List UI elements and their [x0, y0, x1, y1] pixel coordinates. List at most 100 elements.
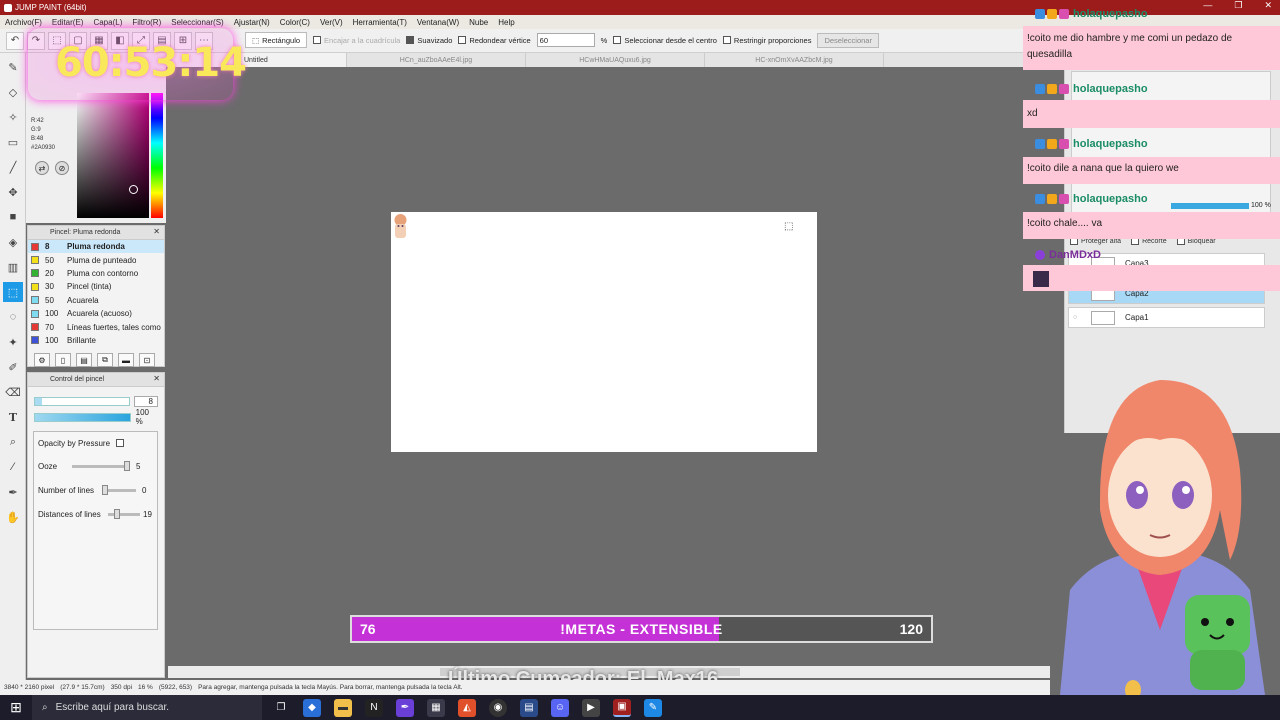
- rect-tool-icon[interactable]: ▭: [3, 132, 23, 152]
- app-grid-icon[interactable]: ▤: [520, 698, 538, 717]
- close-icon[interactable]: ✕: [153, 227, 160, 236]
- round-vertex-checkbox[interactable]: Redondear vértice: [458, 36, 531, 45]
- layer-item[interactable]: ○ Capa1: [1068, 307, 1265, 328]
- goal-bar: 76 !METAS - EXTENSIBLE 120: [350, 615, 933, 643]
- menu-ajustar[interactable]: Ajustar(N): [234, 18, 270, 27]
- tab-image-3[interactable]: HC-xnOmXvAAZbcM.jpg: [705, 53, 884, 67]
- brush-opacity-slider[interactable]: [34, 412, 131, 422]
- layer-opacity-slider[interactable]: [1171, 203, 1249, 209]
- chat-message: !coito dile a nana que la quiero we: [1023, 157, 1280, 184]
- brush-tool-icon[interactable]: ⁄: [3, 457, 23, 477]
- badge-icon: [1035, 139, 1045, 149]
- swap-colors-icon[interactable]: ⇄: [35, 161, 49, 175]
- bucket-tool-icon[interactable]: ◈: [3, 232, 23, 252]
- obs-icon[interactable]: ◉: [489, 698, 507, 717]
- brush-size: 70: [45, 322, 54, 332]
- pen-alt-tool-icon[interactable]: ✒: [3, 482, 23, 502]
- menu-filtro[interactable]: Filtro(R): [132, 18, 161, 27]
- restrict-checkbox[interactable]: Restringir proporciones: [722, 36, 811, 45]
- close-button[interactable]: ✕: [1264, 0, 1272, 11]
- drawing-canvas[interactable]: [391, 212, 817, 452]
- distance-slider[interactable]: [108, 509, 140, 519]
- close-icon[interactable]: ✕: [153, 374, 160, 383]
- pen-app-icon[interactable]: ✒: [396, 698, 414, 717]
- smooth-checkbox[interactable]: Suavizado: [406, 36, 452, 45]
- tab-image-2[interactable]: HCwHMaUAQuxu6.jpg: [526, 53, 705, 67]
- eraser-tool-icon[interactable]: ◇: [3, 82, 23, 102]
- menu-nube[interactable]: Nube: [469, 18, 488, 27]
- saturation-value-picker[interactable]: [77, 93, 149, 218]
- wand-tool-icon[interactable]: ✦: [3, 332, 23, 352]
- folder-icon[interactable]: ▬: [118, 353, 134, 368]
- new-brush-icon[interactable]: ▯: [55, 353, 71, 368]
- select-pen-tool-icon[interactable]: ✐: [3, 357, 23, 377]
- line-tool-icon[interactable]: ╱: [3, 157, 23, 177]
- transparent-color-icon[interactable]: ⊘: [55, 161, 69, 175]
- delete-brush-icon[interactable]: ⊡: [139, 353, 155, 368]
- taskbar-search[interactable]: ⌕ Escribe aquí para buscar.: [32, 695, 262, 720]
- add-brush-icon[interactable]: ▤: [76, 353, 92, 368]
- ooze-slider[interactable]: [72, 461, 130, 471]
- fill-rect-tool-icon[interactable]: ■: [3, 207, 23, 227]
- brush-item[interactable]: 50 Acuarela: [28, 294, 164, 307]
- brush-item[interactable]: 20 Pluma con contorno: [28, 267, 164, 280]
- windows-start-icon[interactable]: ⊞: [0, 695, 32, 720]
- select-eraser-tool-icon[interactable]: ⌫: [3, 382, 23, 402]
- status-size: 3840 * 2160 pixel: [4, 684, 55, 691]
- brush-name: Pluma redonda: [67, 242, 125, 252]
- maximize-button[interactable]: ❐: [1234, 0, 1242, 11]
- move-tool-icon[interactable]: ✥: [3, 182, 23, 202]
- hand-tool-icon[interactable]: ✋: [3, 507, 23, 527]
- brush-settings-icon[interactable]: ⚙: [34, 353, 50, 368]
- menu-archivo[interactable]: Archivo(F): [5, 18, 42, 27]
- lines-slider[interactable]: [102, 485, 136, 495]
- badge-icon: [1047, 9, 1057, 19]
- brush-item[interactable]: 100 Acuarela (acuoso): [28, 307, 164, 320]
- copy-brush-icon[interactable]: ⧉: [97, 353, 113, 368]
- menu-color[interactable]: Color(C): [280, 18, 310, 27]
- brush-item[interactable]: 100 Brillante: [28, 334, 164, 347]
- from-center-checkbox[interactable]: Seleccionar desde el centro: [613, 36, 717, 45]
- round-value-input[interactable]: 60: [536, 33, 595, 47]
- shape-select[interactable]: ⬚ Rectángulo: [245, 32, 308, 48]
- deselect-button[interactable]: Deseleccionar: [817, 32, 879, 48]
- color-picker-ring[interactable]: [129, 185, 138, 194]
- menu-ver[interactable]: Ver(V): [320, 18, 343, 27]
- text-tool-icon[interactable]: T: [3, 407, 23, 427]
- hue-slider[interactable]: [151, 93, 163, 218]
- minimize-button[interactable]: —: [1203, 0, 1212, 11]
- layer-visibility-icon[interactable]: ○: [1073, 314, 1077, 321]
- lasso-tool-icon[interactable]: ◌: [3, 307, 23, 327]
- pen-tool-icon[interactable]: ✎: [3, 57, 23, 77]
- brush-item[interactable]: 30 Pincel (tinta): [28, 280, 164, 293]
- blur-tool-icon[interactable]: ✧: [3, 107, 23, 127]
- store-icon[interactable]: ▦: [427, 698, 445, 717]
- menu-capa[interactable]: Capa(L): [93, 18, 122, 27]
- tab-image-1[interactable]: HCn_auZboAAeE4l.jpg: [347, 53, 526, 67]
- opacity-pressure-checkbox[interactable]: [116, 439, 125, 447]
- menu-seleccionar[interactable]: Seleccionar(S): [171, 18, 223, 27]
- undo-icon[interactable]: ↶: [6, 31, 24, 50]
- jump-paint-icon[interactable]: ▣: [613, 698, 631, 717]
- menu-editar[interactable]: Editar(E): [52, 18, 84, 27]
- menu-ventana[interactable]: Ventana(W): [417, 18, 459, 27]
- menu-help[interactable]: Help: [498, 18, 514, 27]
- folder-icon[interactable]: ▬: [334, 698, 352, 717]
- gradient-tool-icon[interactable]: ▥: [3, 257, 23, 277]
- select-rect-tool-icon[interactable]: ⬚: [3, 282, 23, 302]
- app-n-icon[interactable]: N: [365, 698, 383, 717]
- discord-icon[interactable]: ☺: [551, 698, 569, 717]
- media-icon[interactable]: ▶: [582, 698, 600, 717]
- shield-app-icon[interactable]: ◆: [303, 698, 321, 717]
- brush-item[interactable]: 50 Pluma de punteado: [28, 253, 164, 266]
- brush-size-slider[interactable]: [34, 396, 130, 406]
- snap-checkbox[interactable]: Encajar a la cuadrícula: [313, 36, 400, 45]
- brush-item[interactable]: 70 Líneas fuertes, tales como: [28, 320, 164, 333]
- task-view-icon[interactable]: ❐: [272, 699, 290, 717]
- paint-app-icon[interactable]: ✎: [644, 698, 662, 717]
- eyedropper-tool-icon[interactable]: ⌕: [3, 432, 23, 452]
- brush-item[interactable]: 8 Pluma redonda: [28, 240, 164, 254]
- brush-size-value[interactable]: 8: [133, 395, 158, 407]
- brave-icon[interactable]: ◭: [458, 698, 476, 717]
- menu-herramienta[interactable]: Herramienta(T): [353, 18, 407, 27]
